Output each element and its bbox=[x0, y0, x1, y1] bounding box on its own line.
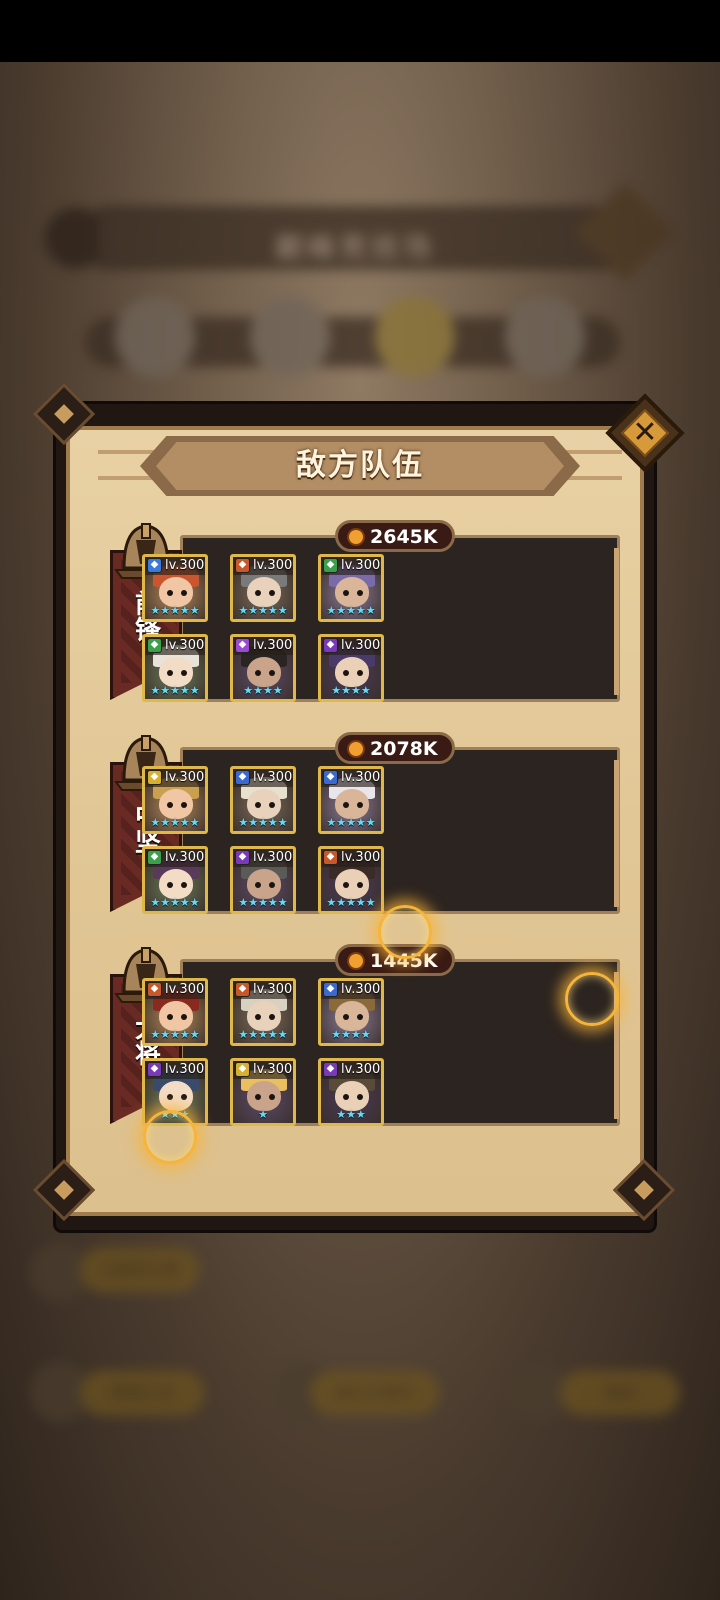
hero-level: lv.300 bbox=[341, 638, 381, 653]
hero-stars: ★★★★★ bbox=[326, 896, 376, 909]
faction-fire-icon: ◆ bbox=[235, 982, 250, 997]
hero-stars: ★★★★★ bbox=[150, 604, 200, 617]
hero-level: lv.300 bbox=[165, 1062, 205, 1077]
bg-power-button: 战斗力显示 bbox=[310, 1370, 440, 1416]
fist-power-icon bbox=[347, 952, 365, 970]
hero-card[interactable]: ◆ lv.300 ★★★★★ bbox=[230, 978, 296, 1046]
sparkle-effect bbox=[378, 905, 432, 959]
hero-stars: ★★★★ bbox=[331, 684, 371, 697]
hero-card[interactable]: ◆ lv.300 ★★★★★ bbox=[230, 846, 296, 914]
hero-stars: ★★★★★ bbox=[238, 816, 288, 829]
team-power: 2645K bbox=[370, 526, 438, 548]
hero-stars: ★★★★★ bbox=[150, 1028, 200, 1041]
hero-level: lv.300 bbox=[341, 1062, 381, 1077]
hero-stars: ★★★★★ bbox=[150, 896, 200, 909]
bg-tier-icon bbox=[505, 297, 585, 377]
sparkle-effect bbox=[143, 1110, 197, 1164]
hero-card[interactable]: ◆ lv.300 ★★★★★ bbox=[142, 554, 208, 622]
bg-tier-icon bbox=[375, 297, 455, 377]
hero-card[interactable]: ◆ lv.300 ★★★★★ bbox=[142, 978, 208, 1046]
fist-power-icon bbox=[347, 740, 365, 758]
hero-level: lv.300 bbox=[341, 982, 381, 997]
bg-shop-button: 商店 bbox=[560, 1370, 680, 1416]
faction-shadow-icon: ◆ bbox=[323, 1062, 338, 1077]
hero-level: lv.300 bbox=[165, 850, 205, 865]
hero-level: lv.300 bbox=[253, 850, 293, 865]
team-row: 大将 1445K ◆ lv.300 ★★★★★ bbox=[110, 944, 620, 1126]
faction-water-icon: ◆ bbox=[323, 982, 338, 997]
hero-level: lv.300 bbox=[253, 982, 293, 997]
hero-stars: ★★★★★ bbox=[238, 896, 288, 909]
hero-card[interactable]: ◆ lv.300 ★★★★★ bbox=[318, 554, 384, 622]
fist-power-icon bbox=[347, 528, 365, 546]
hero-card[interactable]: ◆ lv.300 ★★★ bbox=[318, 1058, 384, 1126]
hero-card[interactable]: ◆ lv.300 ★★★★★ bbox=[230, 554, 296, 622]
power-badge: 2645K bbox=[335, 520, 455, 552]
hero-stars: ★★★★★ bbox=[150, 684, 200, 697]
status-bar bbox=[0, 0, 720, 62]
hero-card[interactable]: ◆ lv.300 ★★★★★ bbox=[142, 766, 208, 834]
power-badge: 2078K bbox=[335, 732, 455, 764]
faction-nature-icon: ◆ bbox=[147, 638, 162, 653]
team-power: 2078K bbox=[370, 738, 438, 760]
hero-level: lv.300 bbox=[341, 770, 381, 785]
bg-title: 巅峰竞技场 bbox=[274, 231, 435, 264]
hero-card[interactable]: ◆ lv.300 ★★★★★ bbox=[142, 634, 208, 702]
faction-fire-icon: ◆ bbox=[235, 558, 250, 573]
faction-shadow-icon: ◆ bbox=[323, 638, 338, 653]
faction-water-icon: ◆ bbox=[235, 770, 250, 785]
hero-card[interactable]: ◆ lv.300 ★★★★★ bbox=[142, 846, 208, 914]
faction-shadow-icon: ◆ bbox=[235, 850, 250, 865]
hero-level: lv.300 bbox=[253, 770, 293, 785]
hero-level: lv.300 bbox=[165, 770, 205, 785]
hero-level: lv.300 bbox=[253, 638, 293, 653]
close-x-icon[interactable]: ✕ bbox=[623, 412, 667, 454]
faction-shadow-icon: ◆ bbox=[147, 1062, 162, 1077]
hero-stars: ★★★★★ bbox=[238, 1028, 288, 1041]
hero-level: lv.300 bbox=[165, 638, 205, 653]
faction-holy-icon: ◆ bbox=[147, 558, 162, 573]
hero-card[interactable]: ◆ lv.300 ★★★★★ bbox=[318, 846, 384, 914]
hero-level: lv.300 bbox=[253, 558, 293, 573]
faction-light-icon: ◆ bbox=[147, 770, 162, 785]
hero-stars: ★ bbox=[258, 1108, 268, 1121]
bg-record-button: 以前的记录 bbox=[80, 1247, 200, 1293]
hero-level: lv.300 bbox=[165, 982, 205, 997]
hero-card[interactable]: ◆ lv.300 ★ bbox=[230, 1058, 296, 1126]
hero-level: lv.300 bbox=[341, 850, 381, 865]
bg-tier-icon bbox=[115, 297, 195, 377]
hero-level: lv.300 bbox=[253, 1062, 293, 1077]
hero-card[interactable]: ◆ lv.300 ★★★★ bbox=[318, 634, 384, 702]
hero-level: lv.300 bbox=[341, 558, 381, 573]
hero-stars: ★★★★★ bbox=[238, 604, 288, 617]
hero-stars: ★★★★★ bbox=[150, 816, 200, 829]
hero-card[interactable]: ◆ lv.300 ★★★★★ bbox=[230, 766, 296, 834]
hero-stars: ★★★★ bbox=[243, 684, 283, 697]
hero-level: lv.300 bbox=[165, 558, 205, 573]
hero-card[interactable]: ◆ lv.300 ★★★★ bbox=[318, 978, 384, 1046]
hero-stars: ★★★★ bbox=[331, 1028, 371, 1041]
team-row: 前锋 2645K ◆ lv.300 ★★★★★ bbox=[110, 520, 620, 702]
bg-title-bar: 巅峰竞技场 bbox=[95, 207, 615, 269]
hero-stars: ★★★ bbox=[336, 1108, 366, 1121]
bg-tier-icon bbox=[250, 297, 330, 377]
faction-water-icon: ◆ bbox=[323, 770, 338, 785]
faction-light-icon: ◆ bbox=[235, 1062, 250, 1077]
sparkle-effect bbox=[565, 972, 619, 1026]
hero-card[interactable]: ◆ lv.300 ★★★★★ bbox=[318, 766, 384, 834]
faction-nature-icon: ◆ bbox=[147, 850, 162, 865]
panel-title: 敌方队伍 bbox=[296, 448, 424, 483]
team-row: 中坚 2078K ◆ lv.300 ★★★★★ bbox=[110, 732, 620, 914]
faction-arcane-icon: ◆ bbox=[235, 638, 250, 653]
bg-reward-button: 奖励汇总 bbox=[80, 1370, 205, 1416]
faction-fire-icon: ◆ bbox=[323, 850, 338, 865]
faction-fire-icon: ◆ bbox=[147, 982, 162, 997]
faction-nature-icon: ◆ bbox=[323, 558, 338, 573]
hero-card[interactable]: ◆ lv.300 ★★★★ bbox=[230, 634, 296, 702]
hero-stars: ★★★★★ bbox=[326, 604, 376, 617]
hero-stars: ★★★★★ bbox=[326, 816, 376, 829]
